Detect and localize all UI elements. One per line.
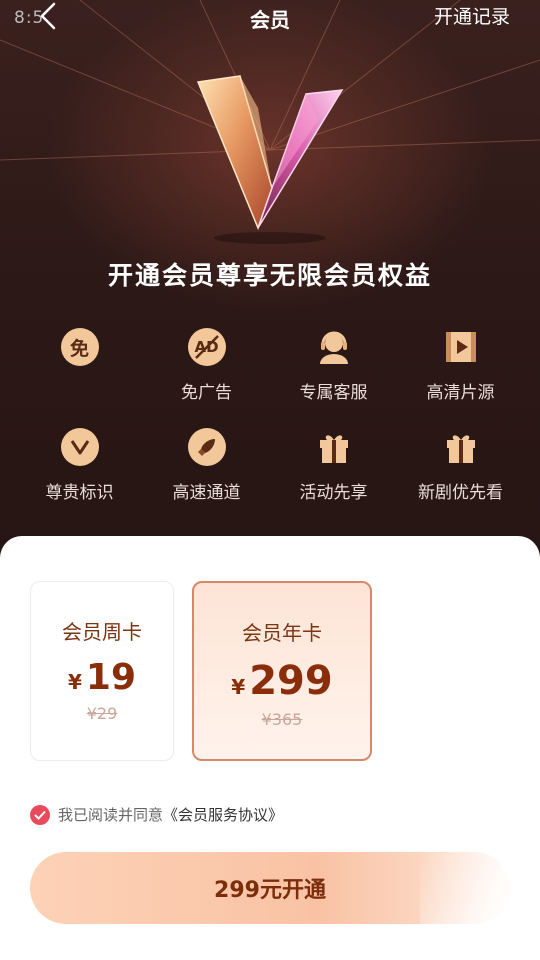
benefit-label: 尊贵标识 <box>45 483 114 503</box>
gift-icon <box>315 428 353 466</box>
benefit-free: 免 <box>16 328 143 410</box>
original-price: ¥29 <box>86 704 118 723</box>
benefit-new-drama: 新剧优先看 <box>397 428 524 510</box>
hd-video-icon <box>442 328 480 366</box>
corner-fade <box>420 846 540 960</box>
original-price: ¥365 <box>261 710 303 729</box>
open-record-link[interactable]: 开通记录 <box>434 2 510 29</box>
no-ad-icon: AD <box>187 328 226 366</box>
gift-icon <box>442 428 480 466</box>
benefit-label: 免广告 <box>181 383 232 403</box>
benefit-label: 新剧优先看 <box>418 483 503 503</box>
plan-price: ¥ 19 <box>67 657 137 698</box>
benefits-grid: 免 AD 免广告 专属客服 <box>16 328 524 510</box>
free-icon: 免 <box>60 328 99 366</box>
check-icon <box>34 810 46 820</box>
benefit-label: 高清片源 <box>426 383 495 403</box>
rocket-icon <box>187 428 226 466</box>
benefit-label: 活动先享 <box>299 483 368 503</box>
benefit-vip-badge: 尊贵标识 <box>16 428 143 510</box>
customer-service-icon <box>315 328 353 366</box>
header-banner: 8:5 会员 开通记录 开通会员尊享无限会员权益 免 免广告 专属客服 高清片源… <box>0 0 540 560</box>
purchase-sheet: 会员周卡 ¥ 19 ¥29 会员年卡 ¥ 299 ¥365 我已阅读并同意 《会… <box>0 536 540 960</box>
benefit-customer-service: 专属客服 <box>270 328 397 410</box>
plan-name: 会员年卡 <box>242 621 322 645</box>
agreement-checkbox[interactable] <box>30 804 50 825</box>
plan-card-yearly[interactable]: 会员年卡 ¥ 299 ¥365 <box>192 581 372 761</box>
headline: 开通会员尊享无限会员权益 <box>107 261 432 290</box>
benefit-label: 高速通道 <box>172 483 241 503</box>
service-agreement-link[interactable]: 《会员服务协议》 <box>163 804 283 825</box>
vip-v-logo <box>196 75 344 244</box>
plan-card-weekly[interactable]: 会员周卡 ¥ 19 ¥29 <box>30 581 174 761</box>
benefit-no-ad: AD 免广告 <box>143 328 270 410</box>
agreement-row: 我已阅读并同意 《会员服务协议》 <box>30 804 283 825</box>
benefit-label: 专属客服 <box>299 383 368 403</box>
plan-name: 会员周卡 <box>62 620 142 644</box>
benefit-fast-lane: 高速通道 <box>143 428 270 510</box>
agreement-text: 我已阅读并同意 <box>58 806 164 824</box>
plan-price: ¥ 299 <box>231 658 333 704</box>
benefit-events: 活动先享 <box>270 428 397 510</box>
benefit-hd: 高清片源 <box>397 328 524 410</box>
vip-badge-icon <box>60 428 99 466</box>
